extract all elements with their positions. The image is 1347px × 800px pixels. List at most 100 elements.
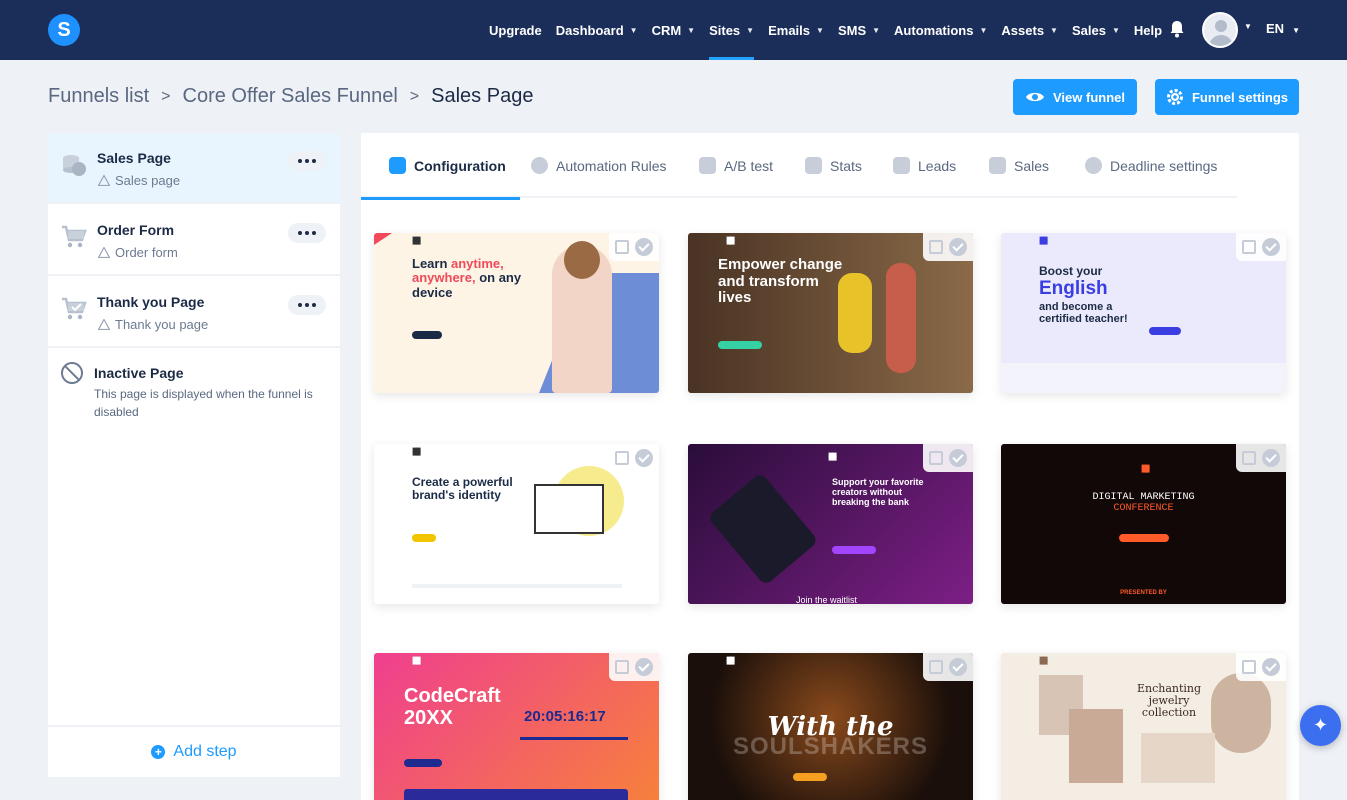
template-headline: Learn anytime, anywhere, on any device <box>412 256 522 300</box>
step-thank-you-page[interactable]: Thank you Page Thank you page <box>48 277 340 348</box>
step-more-button[interactable] <box>288 295 326 315</box>
warning-icon <box>98 175 110 186</box>
tab-configuration[interactable]: Configuration <box>361 133 520 200</box>
card-actions <box>1236 444 1286 472</box>
external-link-icon[interactable] <box>1242 240 1256 254</box>
top-navigation: S Upgrade Dashboard ▼ CRM ▼ Sites ▼ Emails ▼… <box>0 0 1347 60</box>
tab-stats[interactable]: Stats <box>805 133 862 198</box>
template-logo <box>1141 464 1147 470</box>
bell-icon[interactable] <box>1169 20 1185 38</box>
step-more-button[interactable] <box>288 223 326 243</box>
template-card[interactable]: Enchanting jewelry collection <box>1001 653 1286 800</box>
avatar[interactable] <box>1202 12 1238 48</box>
external-link-icon[interactable] <box>929 660 943 674</box>
template-footer: PRESENTED BY <box>1120 590 1167 596</box>
warning-icon <box>98 247 110 258</box>
step-more-button[interactable] <box>288 151 326 171</box>
template-card[interactable]: CodeCraft 20XX 20:05:16:17 <box>374 653 659 800</box>
external-link-icon[interactable] <box>929 240 943 254</box>
chevron-down-icon: ▼ <box>1111 25 1120 35</box>
template-card[interactable]: Support your favorite creators without b… <box>688 444 973 604</box>
nav-item-upgrade[interactable]: Upgrade <box>489 0 542 60</box>
breadcrumb-funnels-list[interactable]: Funnels list <box>48 85 149 108</box>
template-headline: With the SOULSHAKERS <box>732 712 929 760</box>
card-actions <box>1236 653 1286 681</box>
cta-button <box>404 759 442 767</box>
nav-item-sms[interactable]: SMS ▼ <box>838 0 880 60</box>
nav-item-emails[interactable]: Emails ▼ <box>768 0 824 60</box>
card-actions <box>923 233 973 261</box>
card-actions <box>1236 233 1286 261</box>
chevron-down-icon[interactable]: ▼ <box>1244 22 1252 31</box>
chevron-down-icon: ▼ <box>1050 25 1058 35</box>
tab-ab-test[interactable]: A/B test <box>699 133 773 198</box>
template-card[interactable]: Empower change and transform lives <box>688 233 973 393</box>
app-logo[interactable]: S <box>48 14 80 46</box>
step-subtitle: Thank you page <box>98 317 208 332</box>
cta-button <box>1149 327 1181 335</box>
check-circle-icon[interactable] <box>949 238 967 256</box>
template-headline: Create a powerful brand's identity <box>412 475 513 503</box>
breadcrumb-funnel[interactable]: Core Offer Sales Funnel <box>183 85 398 108</box>
step-sales-page[interactable]: Sales Page Sales page <box>48 133 340 204</box>
card-actions <box>609 653 659 681</box>
template-card[interactable]: With the SOULSHAKERS <box>688 653 973 800</box>
tab-leads[interactable]: Leads <box>893 133 956 198</box>
nav-item-automations[interactable]: Automations ▼ <box>894 0 987 60</box>
nav-item-sales[interactable]: Sales ▼ <box>1072 0 1120 60</box>
template-headline: CodeCraft 20XX <box>404 685 501 729</box>
external-link-icon[interactable] <box>615 240 629 254</box>
template-headline: Empower change and transform lives <box>718 256 843 306</box>
template-logo <box>412 236 418 242</box>
disabled-icon <box>61 362 83 384</box>
clock-icon <box>1085 157 1102 174</box>
external-link-icon[interactable] <box>615 451 629 465</box>
ai-assistant-button[interactable]: ✦ <box>1300 705 1341 746</box>
nav-item-crm[interactable]: CRM ▼ <box>652 0 696 60</box>
check-circle-icon[interactable] <box>635 449 653 467</box>
view-funnel-button[interactable]: View funnel <box>1013 79 1137 115</box>
nav-item-assets[interactable]: Assets ▼ <box>1001 0 1058 60</box>
external-link-icon[interactable] <box>615 660 629 674</box>
card-actions <box>923 653 973 681</box>
template-card[interactable]: Create a powerful brand's identity <box>374 444 659 604</box>
check-circle-icon[interactable] <box>1262 238 1280 256</box>
warning-icon <box>98 319 110 330</box>
check-circle-icon[interactable] <box>635 658 653 676</box>
template-headline: Support your favorite creators without b… <box>832 477 924 507</box>
external-link-icon[interactable] <box>929 451 943 465</box>
template-card[interactable]: Learn anytime, anywhere, on any device <box>374 233 659 393</box>
tab-automation-rules[interactable]: Automation Rules <box>531 133 667 198</box>
cta-button <box>412 534 436 542</box>
check-circle-icon[interactable] <box>949 449 967 467</box>
bolt-icon <box>531 157 548 174</box>
external-link-icon[interactable] <box>1242 451 1256 465</box>
main-panel: Configuration Automation Rules A/B test … <box>361 133 1299 800</box>
check-circle-icon[interactable] <box>1262 449 1280 467</box>
external-link-icon[interactable] <box>1242 660 1256 674</box>
chevron-down-icon: ▼ <box>872 25 881 35</box>
template-card[interactable]: DIGITAL MARKETING CONFERENCE PRESENTED B… <box>1001 444 1286 604</box>
tab-sales[interactable]: Sales <box>989 133 1049 198</box>
template-headline: Enchanting jewelry collection <box>1136 682 1202 720</box>
check-circle-icon[interactable] <box>635 238 653 256</box>
nav-item-dashboard[interactable]: Dashboard ▼ <box>556 0 638 60</box>
nav-item-help[interactable]: Help <box>1134 0 1162 60</box>
language-selector[interactable]: EN ▼ <box>1266 21 1300 36</box>
nav-item-sites[interactable]: Sites ▼ <box>709 0 755 60</box>
add-step-label: Add step <box>173 743 237 760</box>
cart-check-icon <box>62 297 87 320</box>
funnel-steps-sidebar: Sales Page Sales page Order Form Order f… <box>48 133 340 777</box>
chevron-down-icon: ▼ <box>629 25 638 35</box>
add-step-button[interactable]: + Add step <box>48 725 340 777</box>
template-card[interactable]: Boost your English and become a certifie… <box>1001 233 1286 393</box>
funnel-settings-button[interactable]: Funnel settings <box>1155 79 1299 115</box>
step-order-form[interactable]: Order Form Order form <box>48 205 340 276</box>
chevron-down-icon: ▼ <box>979 25 988 35</box>
funnel-settings-label: Funnel settings <box>1191 89 1289 105</box>
tab-deadline-settings[interactable]: Deadline settings <box>1085 133 1217 198</box>
check-circle-icon[interactable] <box>1262 658 1280 676</box>
template-footer: Join the waitlist <box>796 595 858 604</box>
check-circle-icon[interactable] <box>949 658 967 676</box>
template-headline: Boost your English and become a certifie… <box>1039 264 1128 326</box>
